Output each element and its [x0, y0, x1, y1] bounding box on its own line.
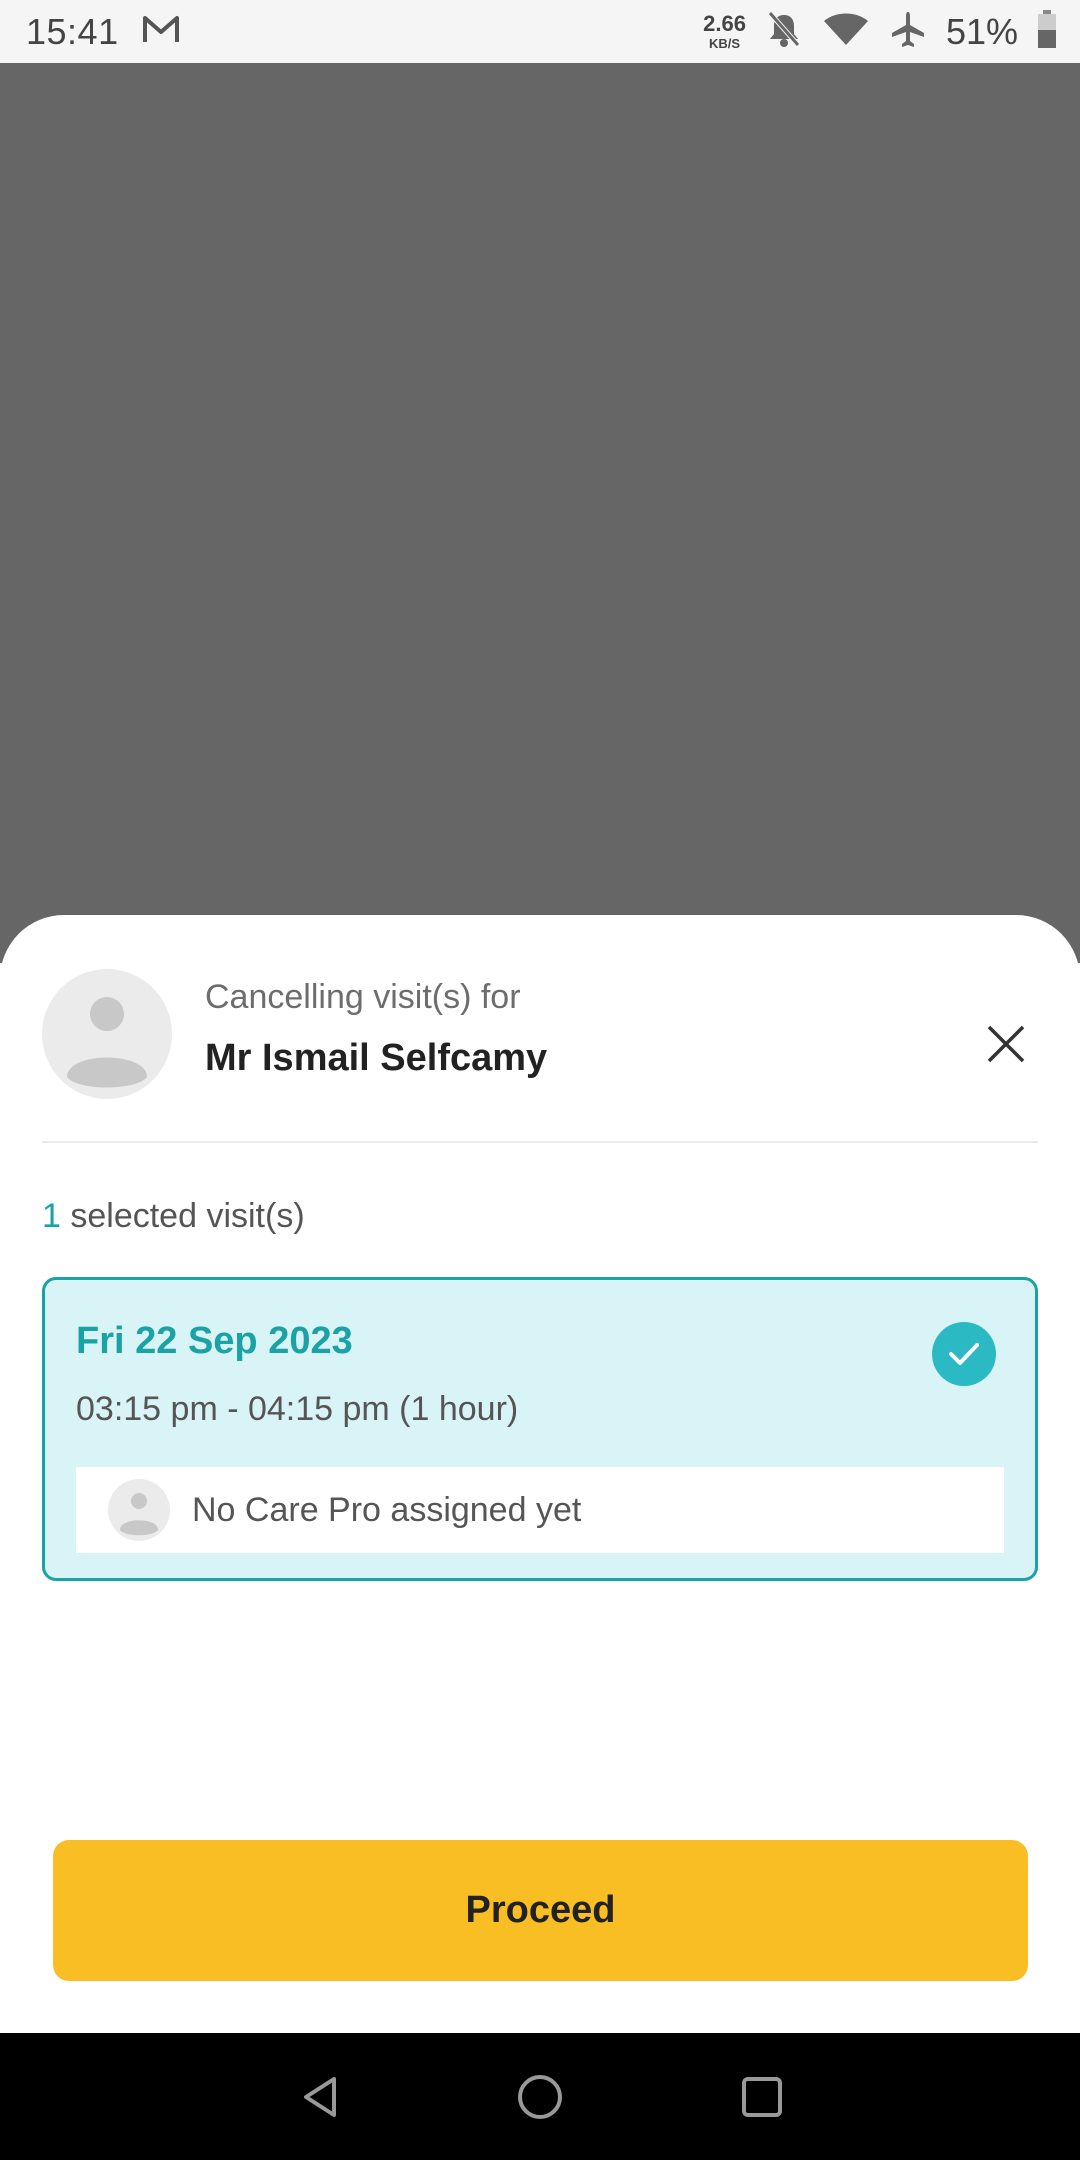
selected-count: 1 selected visit(s)	[42, 1197, 305, 1236]
net-speed-value: 2.66	[703, 11, 746, 36]
selected-count-label: selected visit(s)	[60, 1197, 305, 1235]
back-triangle-icon	[304, 2077, 336, 2117]
status-time: 15:41	[26, 10, 119, 52]
divider	[42, 1141, 1038, 1143]
client-name: Mr Ismail Selfcamy	[205, 1037, 548, 1079]
bell-off-icon	[764, 9, 804, 54]
screen: 15:41 2.66 KB/S 51% Cancelling visit(s) …	[0, 0, 1080, 2160]
visit-card[interactable]: Fri 22 Sep 2023 03:15 pm - 04:15 pm (1 h…	[42, 1277, 1038, 1581]
wifi-icon	[822, 11, 870, 52]
carepro-avatar	[108, 1479, 170, 1541]
client-avatar	[42, 969, 172, 1099]
gmail-icon	[141, 14, 181, 49]
nav-bar	[0, 2033, 1080, 2160]
battery-text: 51%	[945, 10, 1018, 52]
home-circle-icon	[518, 2075, 562, 2119]
recents-square-icon	[742, 2077, 782, 2117]
proceed-button[interactable]: Proceed	[53, 1840, 1028, 1981]
bottom-sheet: Cancelling visit(s) for Mr Ismail Selfca…	[0, 915, 1080, 2033]
status-bar: 15:41 2.66 KB/S 51%	[0, 0, 1080, 63]
recents-button[interactable]	[732, 2067, 792, 2127]
net-speed: 2.66 KB/S	[703, 11, 746, 51]
dim-overlay[interactable]	[0, 63, 1080, 963]
carepro-text: No Care Pro assigned yet	[192, 1490, 582, 1529]
visit-time: 03:15 pm - 04:15 pm (1 hour)	[76, 1390, 519, 1428]
carepro-box: No Care Pro assigned yet	[76, 1467, 1004, 1553]
back-button[interactable]	[290, 2067, 350, 2127]
check-icon[interactable]	[932, 1322, 996, 1386]
sheet-header: Cancelling visit(s) for Mr Ismail Selfca…	[0, 915, 1080, 1143]
close-button[interactable]	[976, 1014, 1036, 1074]
person-icon	[67, 997, 147, 1088]
battery-icon	[1036, 9, 1058, 54]
home-button[interactable]	[510, 2067, 570, 2127]
close-icon	[987, 1025, 1025, 1063]
status-right: 2.66 KB/S 51%	[703, 9, 1058, 54]
status-left: 15:41	[26, 11, 181, 53]
visit-date: Fri 22 Sep 2023	[76, 1320, 353, 1362]
selected-count-number: 1	[42, 1197, 61, 1235]
sheet-subtitle: Cancelling visit(s) for	[205, 978, 521, 1016]
net-speed-unit: KB/S	[708, 36, 741, 51]
airplane-icon	[888, 9, 928, 54]
person-icon	[120, 1493, 158, 1536]
